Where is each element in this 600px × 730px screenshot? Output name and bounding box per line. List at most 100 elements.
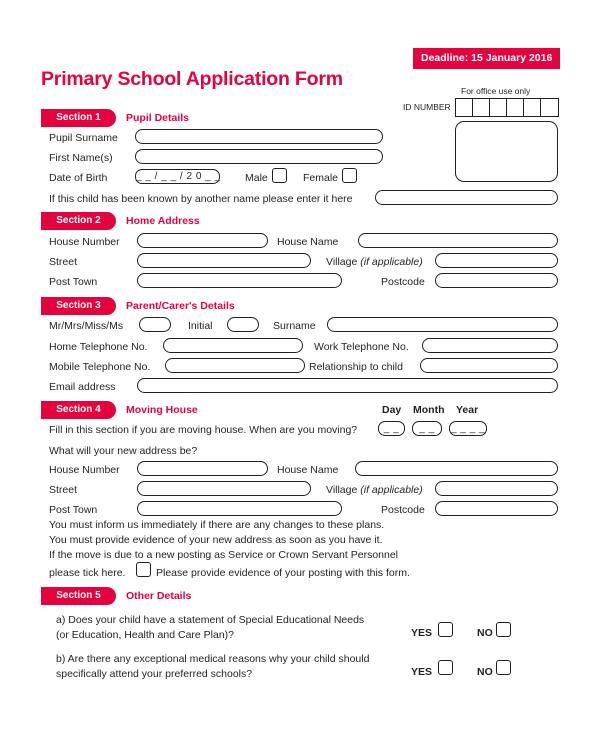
moving-note-line-2: You must provide evidence of your new ad… [49,534,383,546]
deadline-badge: Deadline: 15 January 2016 [413,48,561,69]
question-a-yes-label: YES [411,627,433,639]
id-number-cell[interactable] [524,99,541,116]
moving-intro-text: Fill in this section if you are moving h… [49,424,358,436]
title-label: Mr/Mrs/Miss/Ms [49,320,124,332]
page-title: Primary School Application Form [41,68,343,90]
id-number-cell[interactable] [473,99,490,116]
new-house-number-label: House Number [49,464,120,476]
pupil-surname-input[interactable] [135,129,383,144]
initial-input[interactable] [227,317,259,332]
home-house-name-input[interactable] [358,233,558,248]
new-village-label: Village (if applicable) [326,485,423,496]
section-header-5: Section 5 Other Details [41,587,191,605]
new-house-number-input[interactable] [137,461,268,476]
section-number-3: Section 3 [41,297,116,315]
office-use-box[interactable] [455,121,558,182]
email-input[interactable] [137,378,558,393]
home-post-town-input[interactable] [137,273,342,288]
date-of-birth-label: Date of Birth [49,172,108,184]
home-house-name-label: House Name [277,236,339,248]
home-village-label-text: Village [326,256,358,268]
initial-label: Initial [188,320,213,332]
first-names-input[interactable] [135,149,383,164]
home-street-label: Street [49,256,78,268]
moving-year-input[interactable]: _ _ _ _ [449,421,487,436]
id-number-cell[interactable] [456,99,473,116]
section-name-5: Other Details [126,590,192,602]
parent-surname-input[interactable] [327,317,558,332]
question-a-yes-checkbox[interactable] [438,622,453,637]
moving-day-input[interactable]: _ _ [378,421,405,436]
home-house-number-label: House Number [49,236,120,248]
new-village-note: (if applicable) [360,484,423,496]
home-telephone-input[interactable] [163,338,303,353]
office-use-label: For office use only [461,86,531,96]
male-label: Male [245,172,268,184]
new-street-label: Street [49,484,78,496]
new-village-input[interactable] [435,481,558,496]
question-b-no-checkbox[interactable] [496,660,511,675]
mobile-telephone-label: Mobile Telephone No. [49,361,151,373]
female-checkbox[interactable] [342,168,357,183]
question-a-no-label: NO [477,627,493,639]
month-label: Month [413,404,445,416]
home-village-label: Village (if applicable) [326,257,423,268]
new-street-input[interactable] [137,481,311,496]
year-label: Year [456,404,479,416]
new-house-name-input[interactable] [355,461,558,476]
relationship-label: Relationship to child [309,361,403,373]
section-number-4: Section 4 [41,401,116,419]
female-label: Female [303,172,339,184]
question-a-no-checkbox[interactable] [496,622,511,637]
known-as-label: If this child has been known by another … [49,193,353,205]
section-header-3: Section 3 Parent/Carer's Details [41,297,235,315]
first-names-label: First Name(s) [49,152,113,164]
home-house-number-input[interactable] [137,233,268,248]
new-post-town-input[interactable] [137,501,342,516]
mobile-telephone-input[interactable] [165,358,305,373]
id-number-cell[interactable] [541,99,558,116]
relationship-input[interactable] [420,358,558,373]
male-checkbox[interactable] [272,168,287,183]
title-input[interactable] [139,317,171,332]
home-post-town-label: Post Town [49,276,98,288]
section-header-1: Section 1 Pupil Details [41,109,189,127]
section-name-2: Home Address [126,215,200,227]
service-posting-checkbox[interactable] [136,562,151,577]
question-b-no-label: NO [477,666,493,678]
id-number-label: ID NUMBER [403,102,451,112]
new-post-town-label: Post Town [49,504,98,516]
question-a-line-1: a) Does your child have a statement of S… [56,614,365,626]
home-postcode-input[interactable] [435,273,558,288]
new-address-question: What will your new address be? [49,445,198,457]
question-b-line-1: b) Are there any exceptional medical rea… [56,653,370,665]
question-b-yes-label: YES [411,666,433,678]
new-house-name-label: House Name [277,464,339,476]
section-name-1: Pupil Details [126,112,190,124]
id-number-grid[interactable] [455,98,559,117]
work-telephone-input[interactable] [422,338,558,353]
pupil-surname-label: Pupil Surname [49,132,118,144]
home-street-input[interactable] [137,253,311,268]
id-number-cell[interactable] [490,99,507,116]
date-of-birth-input[interactable]: _ _ / _ _ / 2 0 _ _ [135,169,220,184]
id-number-cell[interactable] [507,99,524,116]
new-postcode-input[interactable] [435,501,558,516]
moving-note-line-1: You must inform us immediately if there … [49,519,385,531]
section-header-2: Section 2 Home Address [41,212,200,230]
section-number-1: Section 1 [41,109,116,127]
section-number-5: Section 5 [41,587,116,605]
section-header-4: Section 4 Moving House [41,401,198,419]
home-village-input[interactable] [435,253,558,268]
work-telephone-label: Work Telephone No. [314,341,409,353]
known-as-input[interactable] [375,190,558,205]
question-a-line-2: (or Education, Health and Care Plan)? [56,629,235,641]
new-postcode-label: Postcode [381,504,425,516]
email-label: Email address [49,381,116,393]
day-label: Day [382,404,402,416]
moving-month-input[interactable]: _ _ [412,421,442,436]
tick-here-suffix: Please provide evidence of your posting … [156,567,410,579]
home-telephone-label: Home Telephone No. [49,341,148,353]
question-b-line-2: specifically attend your preferred schoo… [56,668,253,680]
question-b-yes-checkbox[interactable] [438,660,453,675]
